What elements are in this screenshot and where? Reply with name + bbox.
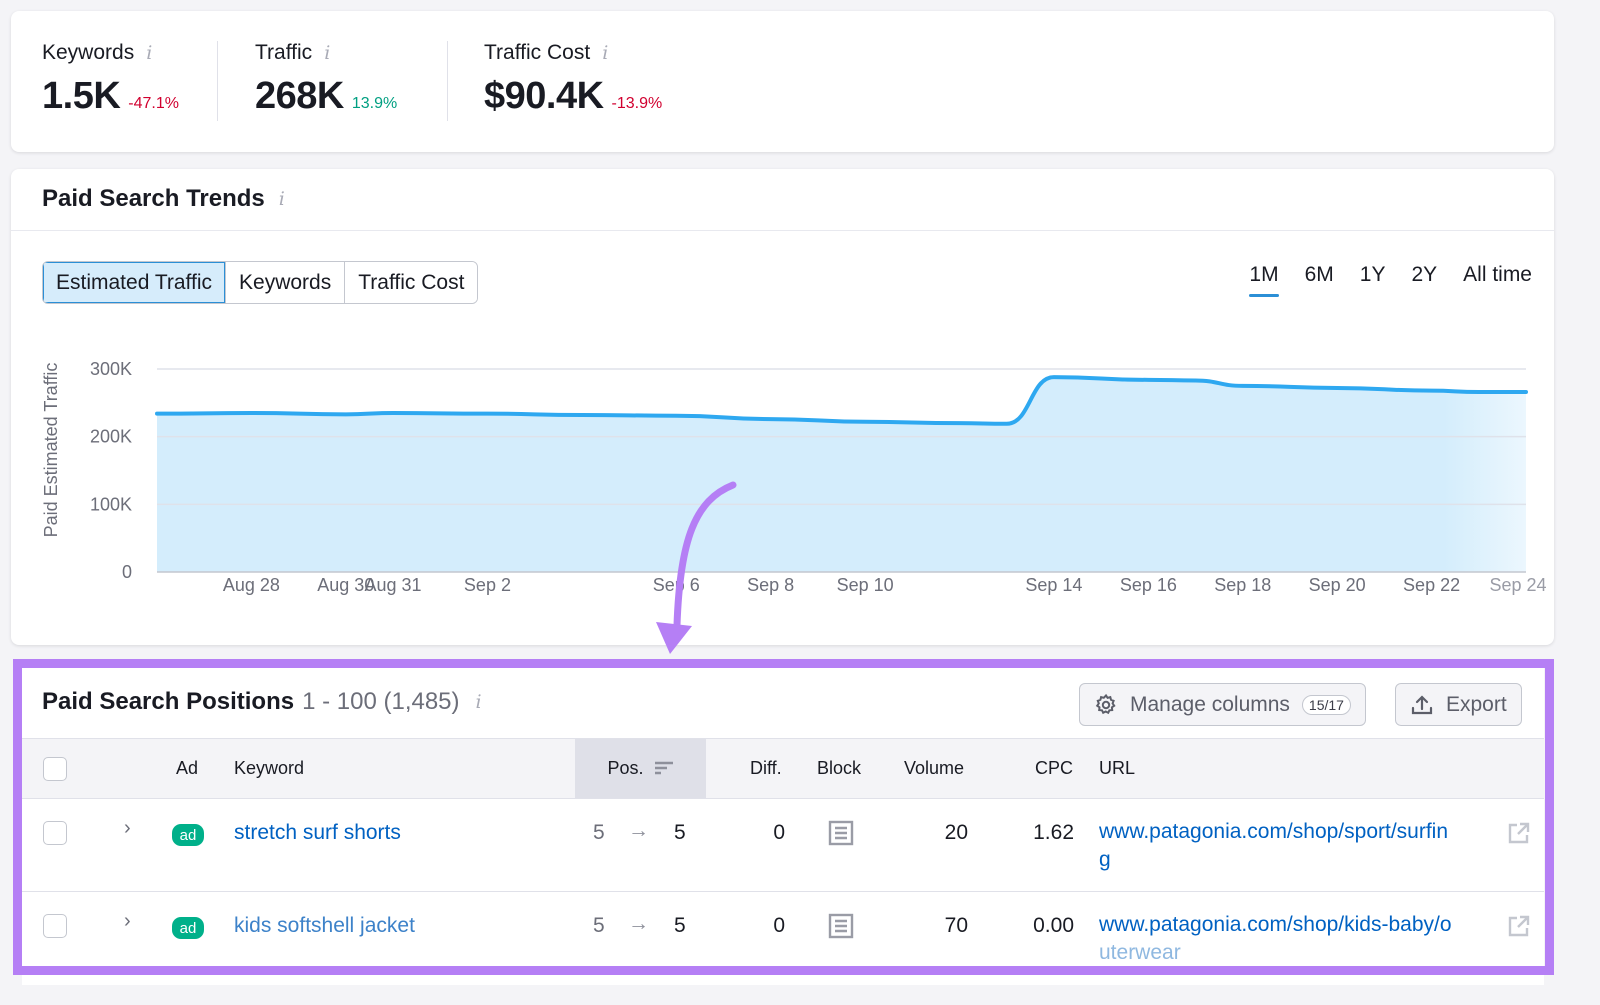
- cpc-value: 0.00: [1033, 914, 1074, 937]
- arrow-head-icon: [656, 622, 692, 654]
- column-cpc[interactable]: CPC: [1035, 739, 1073, 798]
- sort-icon: [654, 761, 673, 774]
- ad-badge: ad: [172, 917, 204, 939]
- volume-value: 70: [944, 914, 968, 937]
- row-checkbox[interactable]: [43, 914, 67, 938]
- block-icon: [828, 913, 854, 945]
- table-row: › ad stretch surf shorts 5 → 5 0 20 1.62…: [22, 799, 1544, 892]
- ad-badge: ad: [172, 824, 204, 846]
- manage-columns-label: Manage columns: [1130, 692, 1290, 716]
- arrow-right-icon: →: [628, 912, 649, 935]
- url-text-wrap: uterwear: [1099, 941, 1181, 964]
- table-row: › ad kids softshell jacket 5 → 5 0 70 0.…: [22, 892, 1544, 985]
- diff-value: 0: [773, 821, 785, 844]
- manage-columns-button[interactable]: Manage columns 15/17: [1079, 683, 1366, 726]
- column-volume[interactable]: Volume: [904, 739, 964, 798]
- pos-current: 5: [674, 821, 686, 844]
- external-link-icon[interactable]: [1507, 914, 1531, 944]
- url-link[interactable]: www.patagonia.com/shop/kids-baby/o uterwe…: [1099, 911, 1499, 967]
- paid-search-positions-card: Paid Search Positions 1 - 100 (1,485) i …: [22, 668, 1544, 985]
- column-ad[interactable]: Ad: [176, 739, 198, 798]
- column-pos-label: Pos.: [607, 758, 644, 778]
- gear-icon: [1095, 693, 1116, 714]
- url-link[interactable]: www.patagonia.com/shop/sport/surfin g: [1099, 818, 1499, 874]
- expand-chevron-icon[interactable]: ›: [124, 817, 131, 840]
- external-link-icon[interactable]: [1507, 821, 1531, 851]
- keyword-link[interactable]: stretch surf shorts: [234, 821, 401, 845]
- table-header: Ad Keyword Pos. Diff. Block Volume CPC U…: [22, 738, 1544, 799]
- column-diff[interactable]: Diff.: [750, 739, 782, 798]
- select-all-checkbox[interactable]: [43, 756, 67, 781]
- result-range: 1 - 100 (1,485): [302, 688, 460, 715]
- block-icon: [828, 820, 854, 852]
- column-block[interactable]: Block: [817, 739, 861, 798]
- export-button[interactable]: Export: [1395, 683, 1522, 726]
- columns-count-badge: 15/17: [1301, 694, 1351, 715]
- pos-current: 5: [674, 914, 686, 937]
- section-title: Paid Search Positions: [42, 688, 295, 715]
- arrow-right-icon: →: [628, 819, 649, 842]
- pos-previous: 5: [593, 821, 605, 844]
- keyword-link[interactable]: kids softshell jacket: [234, 914, 415, 938]
- diff-value: 0: [773, 914, 785, 937]
- column-keyword[interactable]: Keyword: [234, 739, 304, 798]
- column-url[interactable]: URL: [1099, 739, 1135, 798]
- expand-chevron-icon[interactable]: ›: [124, 910, 131, 933]
- info-icon[interactable]: i: [476, 691, 482, 713]
- cpc-value: 1.62: [1033, 821, 1074, 844]
- row-checkbox[interactable]: [43, 821, 67, 845]
- url-text: www.patagonia.com/shop/kids-baby/o: [1099, 913, 1452, 936]
- column-pos[interactable]: Pos.: [575, 739, 706, 798]
- pos-previous: 5: [593, 914, 605, 937]
- volume-value: 20: [944, 821, 968, 844]
- upload-icon: [1411, 694, 1433, 714]
- annotation-arrow: [656, 481, 737, 654]
- export-label: Export: [1446, 692, 1507, 716]
- url-text: www.patagonia.com/shop/sport/surfin: [1099, 820, 1449, 843]
- url-text-wrap: g: [1099, 848, 1111, 871]
